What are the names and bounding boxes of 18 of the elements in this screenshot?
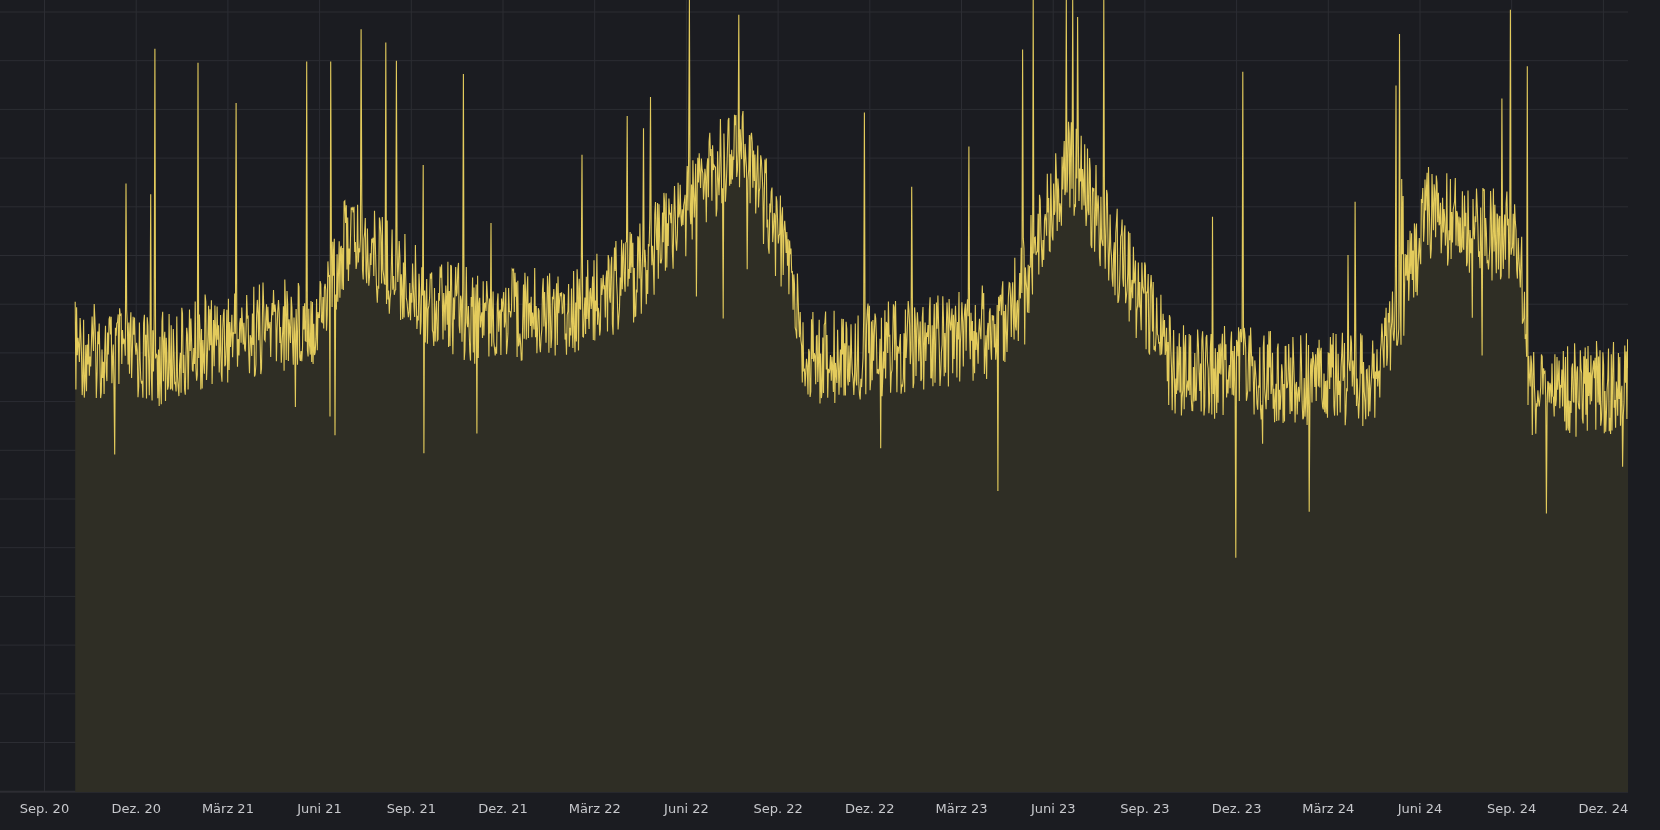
axis-tick-label: Dez. 20 bbox=[111, 801, 161, 816]
axis-tick-label: Juni 21 bbox=[297, 801, 342, 816]
axis-tick-label: Sep. 21 bbox=[386, 801, 436, 816]
axis-tick-label: Sep. 20 bbox=[19, 801, 70, 816]
axis-tick-label: Dez. 22 bbox=[845, 801, 895, 816]
axis-tick-label: Juni 24 bbox=[1397, 801, 1443, 816]
axis-tick-label: März 24 bbox=[1302, 801, 1355, 816]
axis-tick-label: März 21 bbox=[201, 801, 254, 816]
axis-tick-label: Dez. 21 bbox=[478, 801, 528, 816]
axis-tick-label: Juni 22 bbox=[664, 801, 709, 816]
axis-tick-label: März 23 bbox=[935, 801, 988, 816]
axis-tick-label: Sep. 23 bbox=[1120, 801, 1170, 816]
axis-tick-label: Juni 23 bbox=[1030, 801, 1076, 816]
axis-tick-label: Sep. 22 bbox=[753, 801, 803, 816]
axis-tick-label: Sep. 24 bbox=[1487, 801, 1537, 816]
axis-tick-label: Dez. 23 bbox=[1211, 801, 1262, 816]
axis-tick-label: Dez. 24 bbox=[1578, 801, 1628, 816]
axis-tick-label: März 22 bbox=[568, 801, 621, 816]
